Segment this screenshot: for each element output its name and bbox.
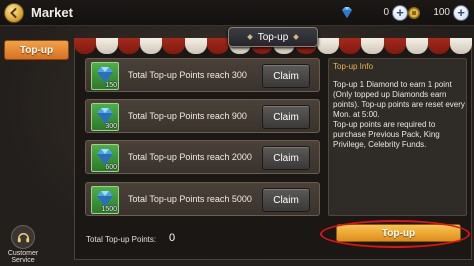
reward-list[interactable]: 150 Total Top-up Points reach 300 Claim …	[85, 58, 320, 216]
customer-service-button[interactable]: Customer Service	[6, 225, 40, 265]
reward-quantity: 1500	[101, 206, 117, 213]
claim-button[interactable]: Claim	[262, 146, 310, 170]
reward-quantity: 600	[105, 164, 117, 171]
diamond-reward-icon: 600	[91, 144, 119, 172]
panel-header-label: Top-up	[257, 31, 289, 43]
diamond-reward-icon: 1500	[91, 186, 119, 214]
total-points-label: Total Top-up Points:	[86, 235, 157, 244]
back-arrow-icon	[10, 8, 17, 18]
header-ornament-left	[246, 34, 253, 40]
reward-row: 300 Total Top-up Points reach 900 Claim	[85, 99, 320, 133]
claim-button[interactable]: Claim	[262, 64, 310, 88]
coin-amount: 100	[433, 7, 450, 18]
headset-icon	[17, 232, 29, 242]
info-box: Top-up Info Top-up 1 Diamond to earn 1 p…	[328, 58, 467, 216]
header-ornament-right	[293, 34, 300, 40]
total-points-value: 0	[169, 232, 176, 244]
coin-icon	[408, 6, 420, 19]
diamond-reward-icon: 150	[91, 62, 119, 90]
add-coin-button[interactable]: +	[453, 4, 469, 21]
back-button[interactable]	[4, 3, 24, 23]
reward-row: 600 Total Top-up Points reach 2000 Claim	[85, 140, 320, 174]
reward-text: Total Top-up Points reach 5000	[128, 194, 252, 204]
diamond-reward-icon: 300	[91, 103, 119, 131]
reward-text: Total Top-up Points reach 900	[128, 111, 247, 121]
claim-button[interactable]: Claim	[262, 105, 310, 129]
page-title: Market	[31, 5, 73, 20]
panel-header: Top-up	[228, 27, 318, 47]
info-text: Top-up 1 Diamond to earn 1 point (Only t…	[333, 80, 465, 149]
diamond-amount: 0	[383, 7, 389, 18]
reward-row: 1500 Total Top-up Points reach 5000 Clai…	[85, 182, 320, 216]
top-bar: Market 0 + 100 +	[0, 0, 474, 26]
diamond-icon	[342, 6, 352, 18]
coin-currency: 100 +	[406, 4, 469, 21]
tab-top-up[interactable]: Top-up	[4, 40, 69, 60]
top-up-button[interactable]: Top-up	[336, 224, 461, 242]
reward-text: Total Top-up Points reach 2000	[128, 152, 252, 162]
customer-service-icon-frame	[11, 225, 35, 249]
claim-button[interactable]: Claim	[262, 188, 310, 212]
info-title: Top-up Info	[333, 62, 374, 71]
reward-quantity: 150	[105, 82, 117, 89]
customer-service-label: Customer Service	[7, 250, 39, 264]
reward-row: 150 Total Top-up Points reach 300 Claim	[85, 58, 320, 92]
diamond-currency: 0 +	[339, 4, 408, 21]
reward-quantity: 300	[105, 123, 117, 130]
reward-text: Total Top-up Points reach 300	[128, 70, 247, 80]
